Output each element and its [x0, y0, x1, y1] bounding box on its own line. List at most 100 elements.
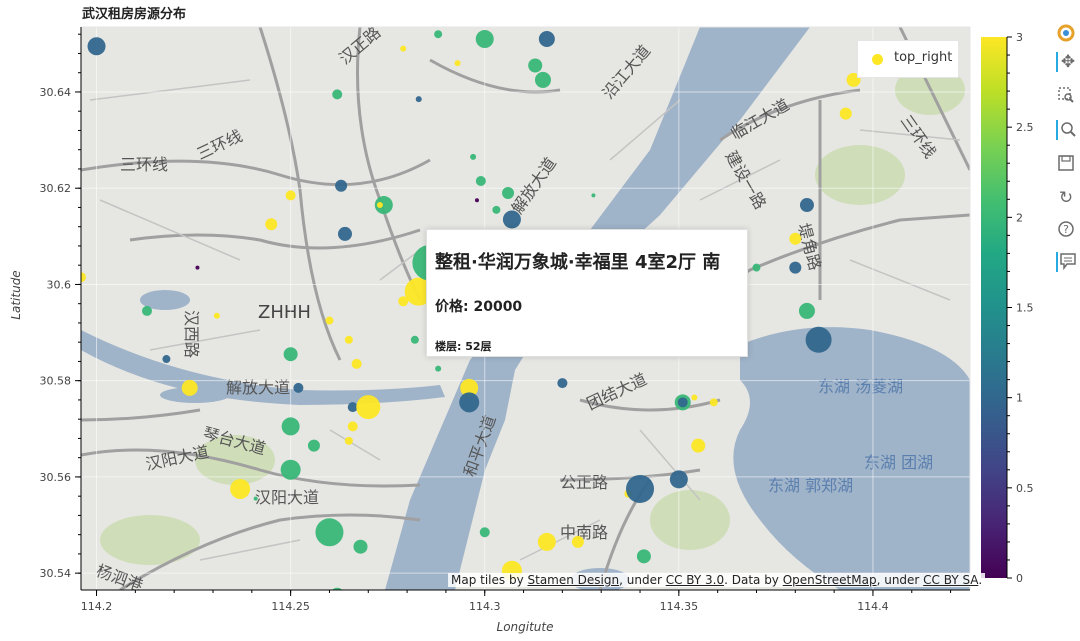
- tooltip-floor: 楼层: 52层: [435, 340, 492, 353]
- scatter-point: [315, 518, 344, 547]
- scatter-point: [474, 198, 479, 203]
- colorbar-tick-label: 0.5: [1016, 482, 1034, 495]
- scatter-point: [538, 31, 555, 48]
- scatter-point: [353, 539, 368, 554]
- scatter-point: [415, 96, 422, 103]
- scatter-point: [799, 198, 814, 213]
- scatter-point: [285, 190, 296, 201]
- legend-swatch: [872, 54, 883, 65]
- hover-tooltip: 整租·华润万象城·幸福里 4室2厅 南 价格: 20000 楼层: 52层: [426, 229, 748, 357]
- scatter-point: [162, 355, 171, 364]
- map-park: [650, 490, 730, 550]
- map-park: [815, 145, 905, 205]
- scatter-point: [281, 417, 300, 436]
- scatter-point: [475, 30, 494, 49]
- scatter-point: [410, 335, 419, 344]
- reset-icon[interactable]: ↻: [1056, 188, 1076, 208]
- scatter-point: [265, 218, 278, 231]
- attribution-text: .: [978, 573, 983, 587]
- colorbar-tick-label: 2.5: [1016, 121, 1034, 134]
- scatter-point: [332, 89, 343, 100]
- scatter-point: [691, 438, 706, 453]
- scatter-point: [141, 305, 152, 316]
- scatter-point: [230, 478, 251, 499]
- scatter-point: [502, 210, 521, 229]
- scatter-point: [344, 335, 353, 344]
- map-label-zhhh: ZHHH: [258, 302, 311, 323]
- tooltip-title: 整租·华润万象城·幸福里 4室2厅 南: [435, 252, 721, 273]
- attribution-text: , under: [876, 573, 924, 587]
- map-label-road: 三环线: [120, 155, 168, 174]
- scatter-point: [534, 71, 551, 88]
- scatter-point: [475, 175, 486, 186]
- colorbar-tick-label: 1: [1016, 392, 1023, 405]
- attribution-text: , under: [619, 573, 666, 587]
- scatter-point: [400, 45, 407, 52]
- scatter-point: [435, 365, 442, 372]
- scatter-point: [344, 436, 353, 445]
- scatter-point: [253, 496, 258, 501]
- tooltip-price: 价格: 20000: [435, 299, 523, 315]
- y-tick-label: 30.6: [47, 278, 72, 291]
- colorbar-tick-label: 2: [1016, 211, 1023, 224]
- y-tick-label: 30.62: [40, 182, 72, 195]
- scatter-point: [258, 0, 268, 10]
- bokeh-logo-icon[interactable]: [1056, 24, 1076, 44]
- scatter-point: [677, 397, 688, 408]
- map-attribution: Map tiles by Stamen Design, under CC BY …: [448, 573, 986, 587]
- svg-text:?: ?: [1063, 223, 1069, 236]
- attribution-text: Map tiles by: [451, 573, 528, 587]
- colorbar-tick-label: 3: [1016, 31, 1023, 44]
- save-icon[interactable]: [1056, 154, 1076, 174]
- cc-by-sa-link[interactable]: CC BY SA: [923, 573, 978, 587]
- pan-icon[interactable]: ✥: [1056, 52, 1078, 72]
- scatter-point: [280, 459, 301, 480]
- chart-title: 武汉租房房源分布: [82, 7, 187, 22]
- scatter-point: [479, 527, 490, 538]
- scatter-point: [798, 302, 815, 319]
- scatter-point: [752, 263, 761, 272]
- scatter-point: [454, 60, 461, 67]
- scatter-point: [351, 358, 362, 369]
- scatter-point: [571, 535, 584, 548]
- box-zoom-icon[interactable]: [1056, 86, 1076, 106]
- map-label-road: 汉西路: [182, 310, 201, 358]
- scatter-point: [470, 153, 477, 160]
- scatter-point: [528, 58, 543, 73]
- scatter-point: [669, 470, 688, 489]
- wheel-zoom-icon[interactable]: [1056, 120, 1078, 140]
- legend-label: top_right: [894, 50, 953, 65]
- scatter-point: [591, 193, 596, 198]
- scatter-point: [213, 312, 220, 319]
- scatter-point: [839, 107, 852, 120]
- map-label-lake: 东湖 郭郑湖: [768, 476, 853, 495]
- scatter-point: [335, 179, 348, 192]
- attribution-text: . Data by: [724, 573, 783, 587]
- help-icon[interactable]: ?: [1056, 220, 1076, 240]
- scatter-point: [789, 261, 802, 274]
- scatter-point: [492, 205, 501, 214]
- stamen-link[interactable]: Stamen Design: [528, 573, 620, 587]
- scatter-point: [537, 532, 556, 551]
- scatter-point: [459, 392, 480, 413]
- x-tick-label: 114.2: [81, 600, 113, 613]
- osm-link[interactable]: OpenStreetMap: [783, 573, 877, 587]
- x-tick-label: 114.25: [271, 600, 310, 613]
- x-axis-label: Longitute: [496, 620, 554, 634]
- hover-icon[interactable]: [1056, 252, 1078, 272]
- map-park: [100, 515, 200, 565]
- y-tick-label: 30.56: [40, 471, 72, 484]
- y-tick-label: 30.64: [40, 86, 72, 99]
- map-label-lake: 东湖 汤菱湖: [818, 377, 903, 396]
- y-tick-label: 30.58: [40, 375, 72, 388]
- scatter-point: [293, 382, 304, 393]
- scatter-point: [434, 30, 443, 39]
- scatter-point: [789, 232, 802, 245]
- colorbar-tick-label: 1.5: [1016, 302, 1034, 315]
- map-label-road: 中南路: [560, 523, 608, 542]
- cc-by-link[interactable]: CC BY 3.0: [666, 573, 724, 587]
- legend[interactable]: top_right: [857, 40, 959, 78]
- map-label-lake: 东湖 团湖: [864, 453, 933, 472]
- scatter-point: [557, 378, 568, 389]
- scatter-point: [87, 37, 106, 56]
